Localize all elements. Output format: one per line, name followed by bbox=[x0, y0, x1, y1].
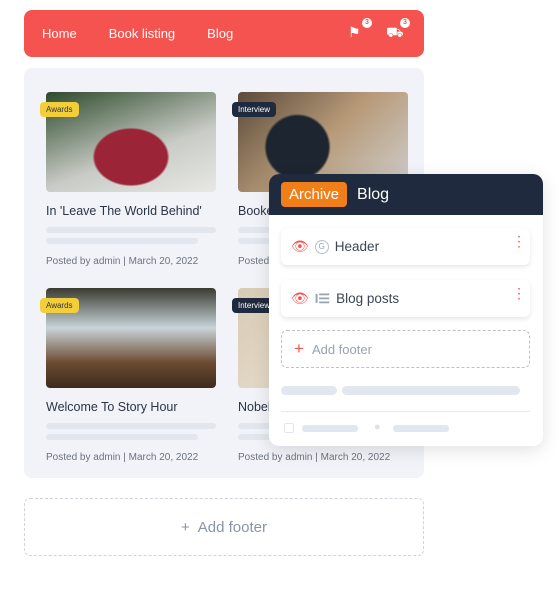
more-options-icon[interactable]: ⋮ bbox=[512, 286, 526, 300]
nav-book-listing[interactable]: Book listing bbox=[109, 26, 175, 41]
post-card[interactable]: Awards In 'Leave The World Behind' Poste… bbox=[40, 92, 216, 267]
add-footer-label: Add footer bbox=[197, 518, 267, 536]
template-row-header[interactable]: 👁 G Header ⋮ bbox=[281, 228, 530, 265]
archive-badge: Archive bbox=[281, 182, 348, 207]
plus-icon: + bbox=[181, 518, 190, 536]
nav-home[interactable]: Home bbox=[42, 26, 77, 41]
category-badge: Awards bbox=[40, 298, 79, 313]
post-meta: Posted by admin | March 20, 2022 bbox=[46, 256, 199, 267]
calendar-icon bbox=[284, 423, 294, 433]
category-badge: Awards bbox=[40, 102, 79, 117]
nav-blog[interactable]: Blog bbox=[207, 26, 233, 41]
placeholder-bar bbox=[46, 423, 216, 429]
elementor-icon: I☰ bbox=[314, 290, 331, 306]
post-card[interactable]: Awards Welcome To Story Hour Posted by a… bbox=[40, 288, 216, 463]
eye-icon[interactable]: 👁 bbox=[291, 238, 309, 255]
row-label: Blog posts bbox=[336, 291, 400, 306]
placeholder-bar bbox=[393, 425, 449, 432]
placeholder-bar bbox=[281, 386, 337, 395]
add-footer-label: Add footer bbox=[311, 341, 372, 357]
placeholder-bar bbox=[46, 227, 216, 233]
divider bbox=[281, 411, 530, 412]
cart-icon[interactable]: ⛟ 3 bbox=[386, 18, 410, 40]
placeholder-bar bbox=[342, 386, 520, 395]
eye-icon[interactable]: 👁 bbox=[291, 290, 309, 307]
post-meta: Posted by admin | March 20, 2022 bbox=[238, 452, 391, 463]
more-options-icon[interactable]: ⋮ bbox=[512, 234, 526, 248]
placeholder-bar bbox=[46, 434, 198, 440]
top-nav: Home Book listing Blog ⚑ 3 ⛟ 3 bbox=[24, 10, 424, 57]
builder-title: Blog bbox=[357, 185, 390, 203]
bookmark-icon[interactable]: ⚑ 3 bbox=[348, 18, 372, 40]
builder-add-footer-button[interactable]: + Add footer bbox=[281, 330, 530, 368]
post-title[interactable]: In 'Leave The World Behind' bbox=[46, 204, 216, 218]
plus-icon: + bbox=[294, 339, 304, 358]
header-template-icon: G bbox=[314, 239, 329, 254]
row-label: Header bbox=[334, 239, 380, 254]
cart-badge: 3 bbox=[400, 18, 410, 28]
post-title[interactable]: Welcome To Story Hour bbox=[46, 400, 216, 414]
user-icon: ● bbox=[374, 421, 381, 433]
builder-header: Archive Blog bbox=[269, 174, 543, 215]
template-builder-panel: Archive Blog 👁 G Header ⋮ 👁 I☰ Blog post… bbox=[269, 174, 543, 446]
post-meta: Posted by admin | March 20, 2022 bbox=[46, 452, 199, 463]
template-row-blog-posts[interactable]: 👁 I☰ Blog posts ⋮ bbox=[281, 280, 530, 317]
add-footer-button[interactable]: + Add footer bbox=[24, 498, 424, 556]
category-badge: Interview bbox=[232, 102, 277, 117]
placeholder-bar bbox=[302, 425, 358, 432]
placeholder-bar bbox=[46, 238, 198, 244]
bookmark-badge: 3 bbox=[362, 18, 372, 28]
